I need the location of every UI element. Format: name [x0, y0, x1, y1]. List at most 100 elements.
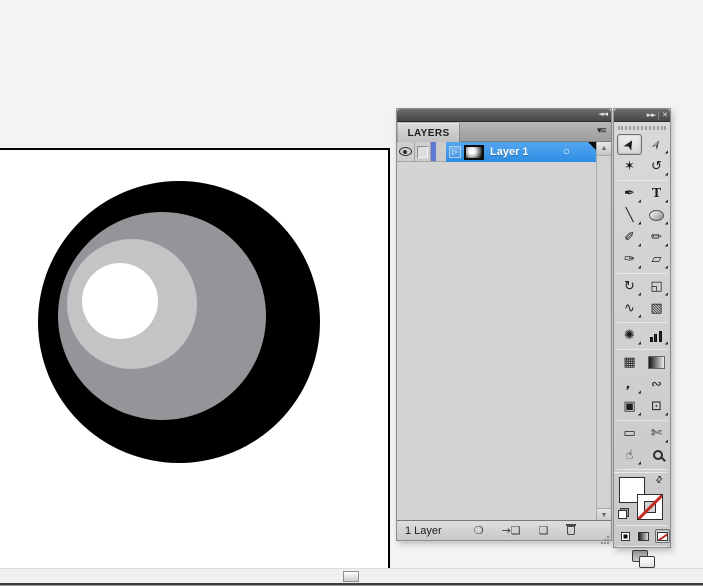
- flyout-indicator-icon: ◢: [638, 390, 641, 394]
- live-paint-bucket-tool[interactable]: ▣◢: [617, 396, 642, 417]
- lasso-tool[interactable]: ↺◢: [644, 156, 669, 177]
- paintbrush-tool[interactable]: ✐◢: [617, 227, 642, 248]
- scale-tool[interactable]: ◱◢: [644, 276, 669, 297]
- flyout-indicator-icon: ◢: [638, 314, 641, 318]
- live-paint-selection-tool[interactable]: ⊡◢: [644, 396, 669, 417]
- horizontal-scrollbar-thumb[interactable]: [343, 571, 359, 582]
- make-clipping-mask-button[interactable]: ❍: [474, 524, 484, 538]
- color-swatch-icon: [621, 532, 630, 541]
- flyout-indicator-icon: ◢: [638, 221, 641, 225]
- pen-tool[interactable]: ✒◢: [617, 183, 642, 204]
- delete-selection-button[interactable]: [567, 523, 575, 539]
- flyout-indicator-icon: ◢: [638, 243, 641, 247]
- gradient-tool[interactable]: [644, 352, 669, 373]
- ellipse-tool-icon: [649, 210, 664, 221]
- line-segment-tool-icon: ╲: [626, 209, 634, 222]
- hand-tool[interactable]: ☝◢: [617, 445, 642, 466]
- layer-row-selected-area[interactable]: ▷ Layer 1 ○: [446, 142, 596, 162]
- layers-tab-label: LAYERS: [407, 128, 449, 139]
- tools-panel-header[interactable]: ►► | ✕: [614, 109, 670, 122]
- none-swatch-icon: [657, 532, 668, 541]
- collapse-to-icons-button[interactable]: ◄◄: [598, 110, 607, 118]
- flyout-indicator-icon: ◢: [638, 199, 641, 203]
- gradient-button[interactable]: [636, 529, 651, 543]
- layer-count-label: 1 Layer: [405, 525, 442, 537]
- layer-thumbnail[interactable]: [464, 145, 484, 160]
- panel-menu-icon[interactable]: ▾≡: [597, 126, 605, 136]
- symbol-sprayer-tool-icon: ✺: [624, 329, 635, 342]
- magic-wand-tool-icon: ✶: [624, 160, 635, 173]
- color-button[interactable]: [618, 529, 633, 543]
- direct-selection-tool[interactable]: ➢◢: [644, 134, 669, 155]
- zoom-tool[interactable]: [644, 445, 669, 466]
- line-segment-tool[interactable]: ╲◢: [617, 205, 642, 226]
- panel-drag-grip[interactable]: [618, 126, 666, 130]
- layer-name[interactable]: Layer 1: [490, 146, 529, 158]
- artboard-canvas[interactable]: [0, 148, 390, 568]
- width-tool[interactable]: ∿◢: [617, 298, 642, 319]
- rotate-tool[interactable]: ↻◢: [617, 276, 642, 297]
- screen-mode-button[interactable]: [614, 549, 670, 571]
- ellipse-tool[interactable]: ◢: [644, 205, 669, 226]
- fill-stroke-control: ⇄: [614, 475, 670, 523]
- horizontal-scrollbar[interactable]: [0, 568, 703, 583]
- mesh-tool-icon: ▦: [623, 356, 635, 369]
- tool-grid: ➤➢◢✶↺◢✒◢T◢╲◢◢✐◢✏◢✑◢▱◢↻◢◱◢∿◢▧✺◢◢▦❛◢∾▣◢⊡◢▭…: [614, 132, 670, 470]
- create-new-sublayer-button[interactable]: →❏: [502, 524, 521, 538]
- selection-corner-marker: [588, 142, 596, 150]
- mesh-tool[interactable]: ▦: [617, 352, 642, 373]
- rotate-tool-icon: ↻: [624, 280, 635, 293]
- flyout-indicator-icon: ◢: [665, 341, 668, 345]
- gradient-swatch-icon: [638, 532, 649, 541]
- lock-toggle[interactable]: [415, 142, 431, 162]
- none-button[interactable]: [655, 529, 670, 543]
- eyedropper-tool[interactable]: ❛◢: [617, 374, 642, 395]
- target-circle-icon[interactable]: ○: [563, 145, 570, 157]
- flyout-indicator-icon: ◢: [665, 221, 668, 225]
- selection-tool-icon: ➤: [620, 136, 638, 153]
- flyout-indicator-icon: ◢: [665, 412, 668, 416]
- pencil-tool[interactable]: ✏◢: [644, 227, 669, 248]
- visibility-toggle[interactable]: [397, 142, 415, 162]
- magic-wand-tool[interactable]: ✶: [617, 156, 642, 177]
- blob-brush-tool[interactable]: ✑◢: [617, 249, 642, 270]
- layers-panel: ◄◄ LAYERS ▾≡ ▷ Layer 1 ○: [396, 108, 612, 541]
- tools-divider: [617, 546, 667, 547]
- tools-divider: [617, 420, 667, 421]
- slice-tool[interactable]: ✄◢: [644, 423, 669, 444]
- paintbrush-tool-icon: ✐: [624, 231, 635, 244]
- tab-layers[interactable]: LAYERS: [398, 123, 460, 142]
- stroke-none-slash: [637, 494, 663, 520]
- tools-divider: [617, 469, 667, 470]
- scale-tool-icon: ◱: [650, 280, 662, 293]
- flyout-indicator-icon: ◢: [638, 341, 641, 345]
- column-graph-tool[interactable]: ◢: [644, 325, 669, 346]
- artboard-tool[interactable]: ▭: [617, 423, 642, 444]
- disclosure-triangle-icon[interactable]: ▷: [449, 146, 461, 158]
- create-new-layer-button[interactable]: ❏: [539, 524, 549, 538]
- close-panel-icon[interactable]: ✕: [662, 111, 667, 119]
- lock-cell-empty: [417, 146, 428, 158]
- expand-panel-icon[interactable]: ►►: [647, 111, 656, 119]
- flyout-indicator-icon: ◢: [665, 265, 668, 269]
- symbol-sprayer-tool[interactable]: ✺◢: [617, 325, 642, 346]
- selection-tool[interactable]: ➤: [617, 134, 642, 155]
- layer-row[interactable]: ▷ Layer 1 ○: [397, 142, 596, 162]
- scroll-up-icon[interactable]: ▲: [597, 142, 611, 156]
- default-fill-stroke-icon[interactable]: [618, 508, 629, 519]
- stroke-swatch[interactable]: [637, 494, 663, 520]
- flyout-indicator-icon: ◢: [638, 292, 641, 296]
- type-tool[interactable]: T◢: [644, 183, 669, 204]
- eraser-tool[interactable]: ▱◢: [644, 249, 669, 270]
- layers-panel-header[interactable]: ◄◄: [397, 109, 611, 122]
- blend-tool[interactable]: ∾: [644, 374, 669, 395]
- layers-scrollbar[interactable]: ▲ ▼: [596, 142, 611, 522]
- flyout-indicator-icon: ◢: [665, 172, 668, 176]
- tools-divider: [617, 180, 667, 181]
- sphere-highlight-white-circle[interactable]: [82, 263, 158, 339]
- panel-resize-grip[interactable]: [607, 536, 609, 538]
- swap-fill-stroke-icon[interactable]: ⇄: [654, 474, 666, 486]
- flyout-indicator-icon: ◢: [665, 150, 668, 154]
- free-transform-tool[interactable]: ▧: [644, 298, 669, 319]
- flyout-indicator-icon: ◢: [665, 292, 668, 296]
